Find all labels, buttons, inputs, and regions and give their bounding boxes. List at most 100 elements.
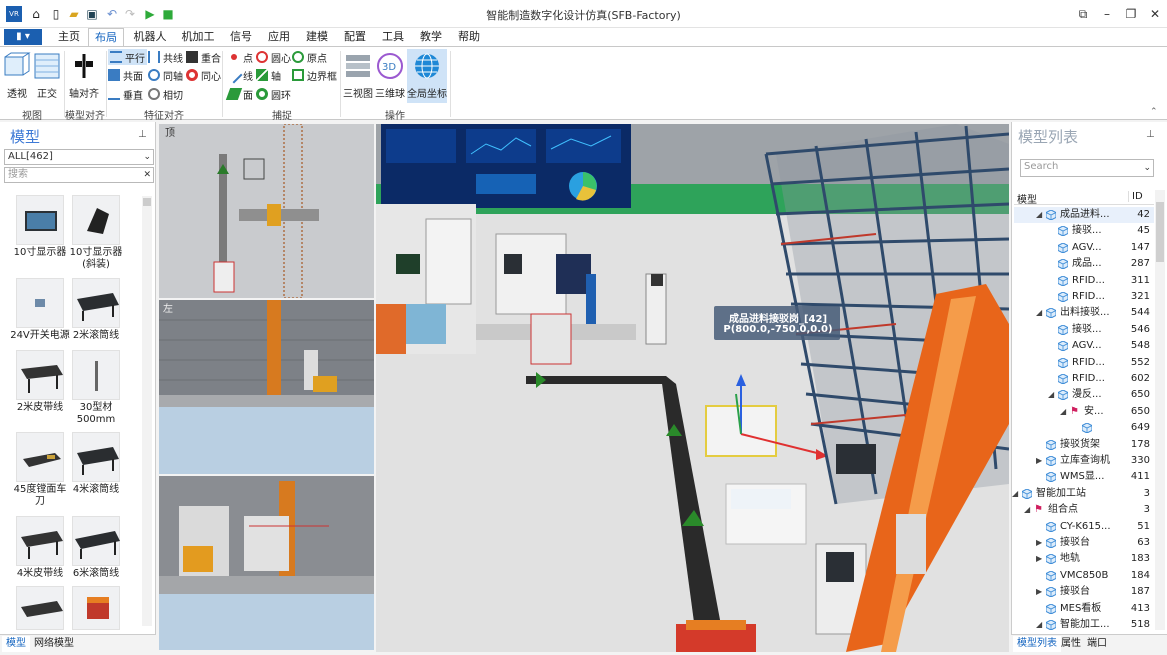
collapse-arrow-icon[interactable]: ▶ [1036,535,1042,551]
tab-home[interactable]: 主页 [52,28,86,46]
model-tile[interactable] [72,278,120,328]
tab-application[interactable]: 应用 [262,28,296,46]
tab-models[interactable]: 模型 [2,636,30,652]
tree-row[interactable]: RFID... 552 [1014,355,1154,371]
snap-axis-button[interactable]: 轴 [256,67,281,83]
3d-sphere-button[interactable]: 3D 三维球 [374,49,406,103]
front-viewport[interactable] [159,476,374,650]
tab-help[interactable]: 帮助 [452,28,486,46]
tree-row[interactable]: 接驳货架 178 [1014,437,1154,453]
top-viewport[interactable]: 顶 [159,124,374,298]
tree-row[interactable]: ◢ ⚑ 组合点 3 [1014,502,1154,518]
tab-network-models[interactable]: 网络模型 [30,636,78,652]
tab-config[interactable]: 配置 [338,28,372,46]
tab-tools[interactable]: 工具 [376,28,410,46]
three-view-button[interactable]: 三视图 [342,49,374,103]
tree-row[interactable]: ▶ 立库查询机 330 [1014,453,1154,469]
pin-icon[interactable]: ⊥ [138,129,147,140]
tree-row[interactable]: AGV... 147 [1014,240,1154,256]
model-tile[interactable] [16,350,64,400]
left-viewport[interactable]: 左 [159,300,374,474]
model-tile[interactable] [72,350,120,400]
snap-line-button[interactable]: 线 [225,66,253,84]
file-menu-button[interactable]: ▮ ▾ [4,29,42,45]
snap-origin-button[interactable]: 原点 [292,49,327,65]
undo-icon[interactable]: ↶ [104,6,120,22]
tree-row[interactable]: ▶ 地轨 183 [1014,551,1154,567]
stop-icon[interactable]: ■ [160,6,176,22]
model-tile[interactable] [16,278,64,328]
main-3d-viewport[interactable]: 成品进料接驳岗_[42] P(800.0,-750.0,0.0) [376,124,1009,652]
save-icon[interactable]: ▣ [84,6,100,22]
tangent-button[interactable]: 相切 [148,86,183,102]
expand-arrow-icon[interactable]: ◢ [1036,617,1042,633]
concentric-button[interactable]: 同心 [186,67,221,83]
tab-robot[interactable]: 机器人 [128,28,172,46]
collapse-ribbon-icon[interactable]: ⌃ [1150,107,1158,117]
minimize-button[interactable]: – [1096,4,1118,24]
tree-row[interactable]: CY-K615... 51 [1014,519,1154,535]
coincident-button[interactable]: 重合 [186,49,221,65]
tree-row[interactable]: ◢ ⚑ 安... 650 [1014,404,1154,420]
tree-row[interactable]: ◢ 智能加工站 3 [1012,486,1154,502]
tab-signal[interactable]: 信号 [224,28,258,46]
model-tile[interactable] [72,586,120,630]
global-coords-button[interactable]: 全局坐标 [407,49,447,103]
tree-row[interactable]: ◢ 成品进料... 42 [1014,207,1154,223]
expand-arrow-icon[interactable]: ◢ [1060,404,1066,420]
tab-teaching[interactable]: 教学 [414,28,448,46]
model-tile[interactable] [72,432,120,482]
tree-scrollbar[interactable] [1155,190,1165,630]
model-tile[interactable] [16,586,64,630]
perspective-button[interactable]: 透视 [2,49,32,103]
tab-properties[interactable]: 属性 [1057,636,1085,652]
tree-row[interactable]: 接驳... 45 [1014,223,1154,239]
tree-row[interactable]: RFID... 321 [1014,289,1154,305]
tree-row[interactable]: MES看板 413 [1014,601,1154,617]
play-icon[interactable]: ▶ [142,6,158,22]
clear-icon[interactable]: ✕ [143,168,151,182]
perpendicular-button[interactable]: 垂直 [108,86,143,102]
model-tile[interactable] [16,432,64,482]
expand-arrow-icon[interactable]: ◢ [1036,207,1042,223]
tree-row[interactable]: RFID... 602 [1014,371,1154,387]
tree-row[interactable]: RFID... 311 [1014,273,1154,289]
restore-layout-icon[interactable]: ⧉ [1072,4,1094,24]
pin-icon[interactable]: ⊥ [1146,129,1155,140]
snap-face-button[interactable]: 面 [225,86,253,102]
model-tile[interactable] [16,195,64,245]
tab-model-list[interactable]: 模型列表 [1013,636,1061,652]
coplanar-button[interactable]: 共面 [108,67,143,83]
snap-ring-button[interactable]: 圆环 [256,86,291,102]
tree-row[interactable]: ◢ 智能加工... 518 [1014,617,1154,633]
model-list-search[interactable]: Search ⌄ [1020,159,1154,177]
expand-arrow-icon[interactable]: ◢ [1012,486,1018,502]
tree-row[interactable]: 接驳... 546 [1014,322,1154,338]
tree-row[interactable]: 成品... 287 [1014,256,1154,272]
model-list-scrollbar[interactable] [142,196,152,626]
tree-row[interactable]: ◢ 出料接驳... 544 [1014,305,1154,321]
new-file-icon[interactable]: ▯ [48,6,64,22]
tab-ports[interactable]: 端口 [1083,636,1111,652]
redo-icon[interactable]: ↷ [122,6,138,22]
maximize-button[interactable]: ❐ [1120,4,1142,24]
tree-row[interactable]: ▶ 接驳台 187 [1014,584,1154,600]
snap-point-button[interactable]: 点 [228,49,253,65]
tab-machining[interactable]: 机加工 [176,28,220,46]
tab-modeling[interactable]: 建模 [300,28,334,46]
tree-row[interactable]: WMS显... 411 [1014,469,1154,485]
tree-row[interactable]: ▶ 接驳台 63 [1014,535,1154,551]
open-folder-icon[interactable]: ▰ [66,6,82,22]
model-search-input[interactable]: 搜索 ✕ [4,167,154,183]
close-button[interactable]: ✕ [1144,4,1166,24]
tree-row[interactable]: AGV... 548 [1014,338,1154,354]
tree-row[interactable]: 649 [1014,420,1154,436]
collinear-button[interactable]: 共线 [148,49,183,65]
model-tile[interactable] [16,516,64,566]
collapse-arrow-icon[interactable]: ▶ [1036,584,1042,600]
expand-arrow-icon[interactable]: ◢ [1024,502,1030,518]
model-tile[interactable] [72,195,120,245]
parallel-button[interactable]: 平行 [108,49,147,65]
axis-align-button[interactable]: 轴对齐 [66,49,102,103]
tree-row[interactable]: VMC850B 184 [1014,568,1154,584]
